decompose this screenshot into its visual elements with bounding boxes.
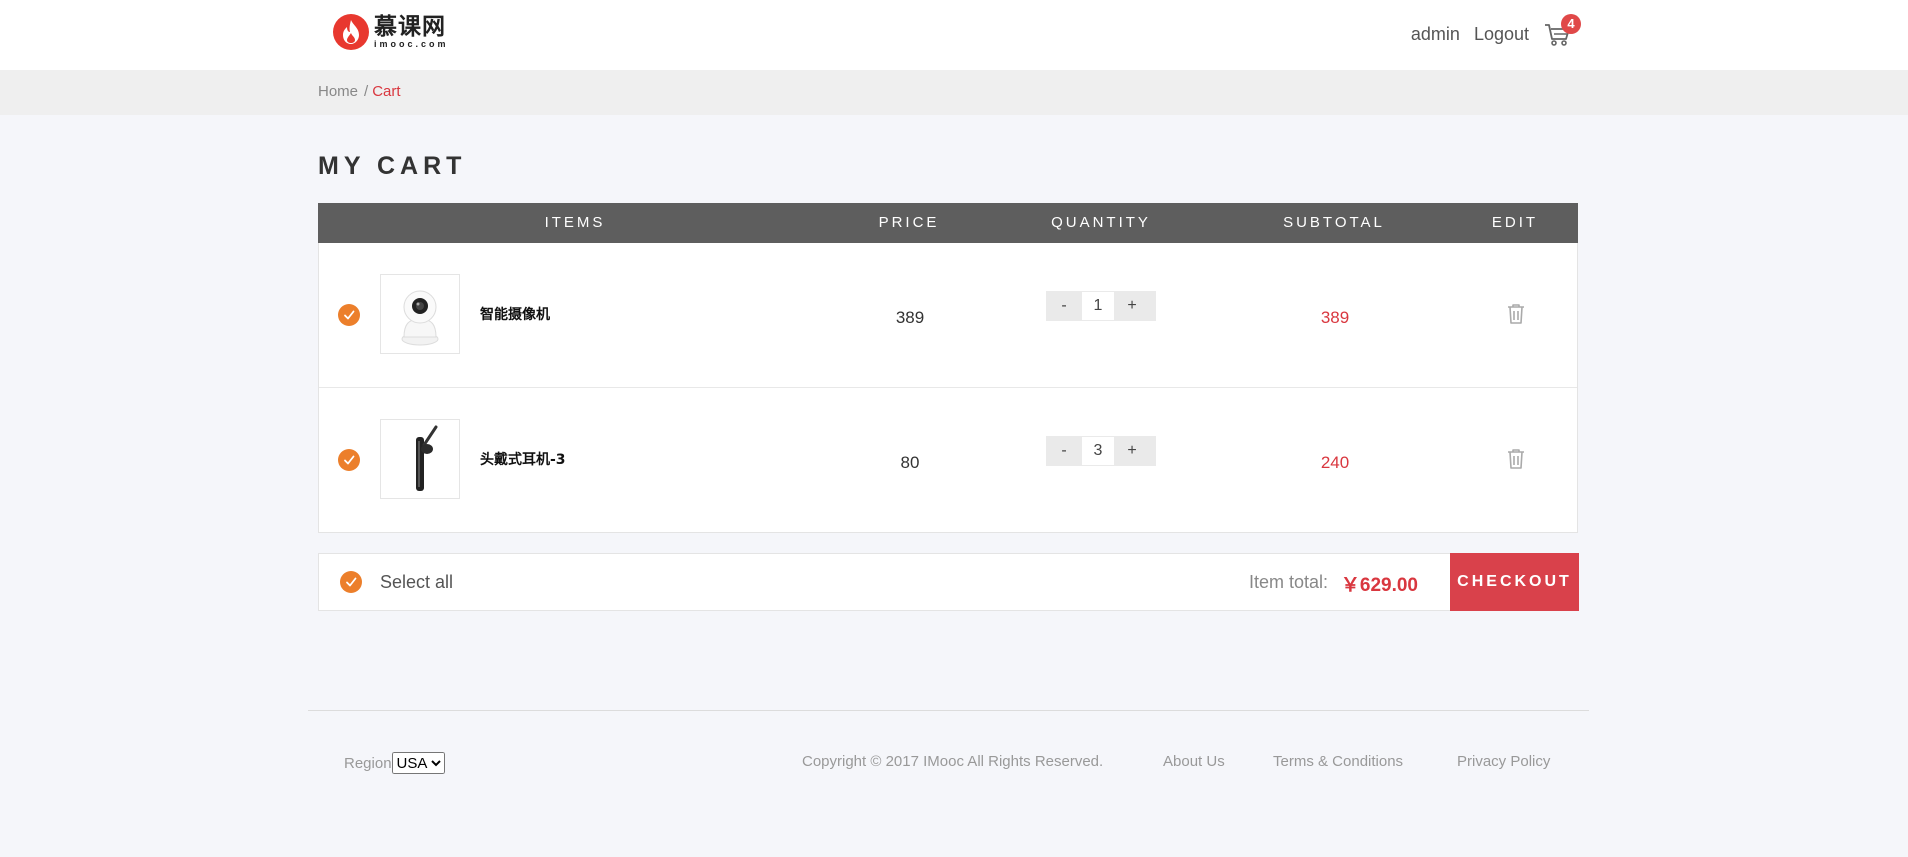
breadcrumb-current: Cart — [372, 83, 401, 100]
cart-table: ITEMS PRICE QUANTITY SUBTOTAL EDIT 智能摄像机 — [318, 203, 1578, 533]
checkout-button[interactable]: CHECKOUT — [1450, 553, 1579, 611]
camera-product-image — [401, 290, 439, 346]
site-logo[interactable]: 慕课网 imooc.com — [333, 12, 449, 52]
item-total-label: Item total: — [1248, 572, 1328, 592]
item-total-value: ￥629.00 — [1340, 575, 1418, 596]
quantity-value[interactable]: 3 — [1082, 437, 1114, 465]
product-price: 389 — [895, 308, 925, 327]
header-quantity: QUANTITY — [1051, 214, 1151, 231]
logo-text-en: imooc.com — [374, 38, 449, 49]
terms-link[interactable]: Terms & Conditions — [1273, 753, 1403, 770]
trash-icon[interactable] — [1504, 302, 1528, 331]
quantity-stepper: - 1 + — [1046, 291, 1156, 321]
quantity-increase-button[interactable]: + — [1114, 297, 1150, 315]
quantity-decrease-button[interactable]: - — [1046, 442, 1082, 460]
breadcrumb-home[interactable]: Home — [318, 83, 358, 100]
select-all-label[interactable]: Select all — [380, 572, 453, 593]
row-checkbox[interactable] — [338, 449, 360, 471]
breadcrumb-bar: Home / Cart — [0, 70, 1908, 115]
header-subtotal: SUBTOTAL — [1283, 214, 1385, 231]
copyright-text: Copyright © 2017 IMooc All Rights Reserv… — [802, 753, 1104, 770]
page-title: MY CART — [318, 152, 467, 180]
username-link[interactable]: admin — [1411, 24, 1460, 45]
header-price: PRICE — [878, 214, 940, 231]
top-navbar: 慕课网 imooc.com admin Logout 4 — [0, 0, 1908, 70]
breadcrumb: Home / Cart — [318, 83, 401, 100]
header-items: ITEMS — [544, 214, 606, 231]
cart-summary-bar: Select all Item total: ￥629.00 CHECKOUT — [318, 553, 1579, 611]
cart-count-badge: 4 — [1561, 14, 1581, 34]
logout-link[interactable]: Logout — [1474, 24, 1529, 45]
footer-divider — [308, 710, 1589, 711]
quantity-stepper: - 3 + — [1046, 436, 1156, 466]
region-select[interactable]: USA — [391, 752, 445, 774]
cart-row: 头戴式耳机-3 80 - 3 + 240 — [319, 387, 1577, 532]
header-edit: EDIT — [1491, 214, 1539, 231]
row-checkbox[interactable] — [338, 304, 360, 326]
flame-logo-icon — [333, 14, 369, 50]
quantity-increase-button[interactable]: + — [1114, 442, 1150, 460]
quantity-decrease-button[interactable]: - — [1046, 297, 1082, 315]
logo-text-cn: 慕课网 — [374, 13, 446, 40]
trash-icon[interactable] — [1504, 447, 1528, 476]
region-selector: Region USA — [344, 752, 445, 774]
checkmark-icon — [344, 310, 355, 320]
product-price: 80 — [900, 453, 920, 472]
cart-row: 智能摄像机 389 - 1 + 389 — [319, 243, 1577, 387]
footer: Region USA Copyright © 2017 IMooc All Ri… — [0, 750, 1908, 775]
checkmark-icon — [344, 455, 355, 465]
product-name[interactable]: 头戴式耳机-3 — [480, 449, 566, 469]
quantity-value[interactable]: 1 — [1082, 292, 1114, 320]
row-subtotal: 240 — [1320, 453, 1350, 472]
cart-table-header: ITEMS PRICE QUANTITY SUBTOTAL EDIT — [318, 203, 1578, 243]
cart-icon[interactable]: 4 — [1543, 14, 1581, 48]
checkmark-icon — [346, 577, 357, 587]
product-name[interactable]: 智能摄像机 — [480, 304, 550, 324]
privacy-policy-link[interactable]: Privacy Policy — [1457, 753, 1550, 770]
product-thumbnail[interactable] — [380, 274, 460, 354]
product-thumbnail[interactable] — [380, 419, 460, 499]
select-all-checkbox[interactable] — [340, 571, 362, 593]
about-us-link[interactable]: About Us — [1163, 753, 1225, 770]
cart-table-body: 智能摄像机 389 - 1 + 389 头戴式耳机-3 80 - 3 + 240 — [318, 243, 1578, 533]
row-subtotal: 389 — [1320, 308, 1350, 327]
headset-product-image — [416, 425, 438, 491]
breadcrumb-separator: / — [364, 83, 369, 100]
user-area: admin Logout 4 — [1397, 14, 1581, 48]
region-label: Region — [344, 754, 392, 772]
